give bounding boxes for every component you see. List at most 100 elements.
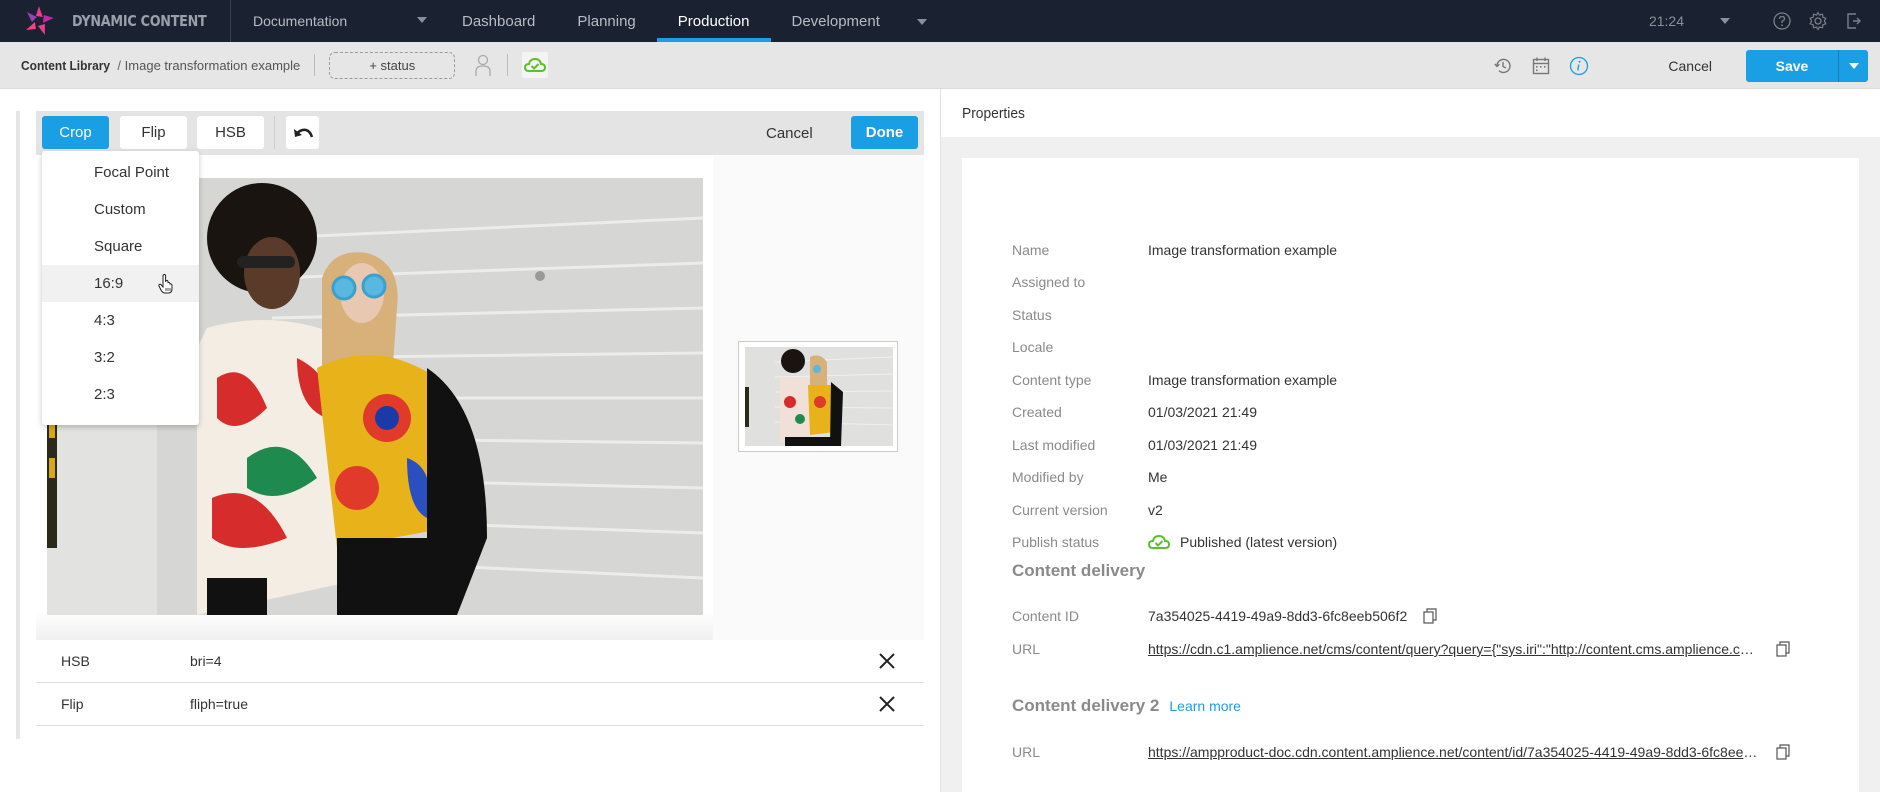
properties-header: Properties: [941, 89, 1880, 137]
thumbnail-image: [745, 347, 893, 446]
image-editor-panel: Crop Flip HSB Cancel Done Focal Point Cu…: [0, 89, 940, 792]
transformation-value: bri=4: [190, 653, 222, 669]
clock: 21:24: [1648, 13, 1684, 29]
help-icon[interactable]: [1772, 11, 1792, 31]
gear-icon[interactable]: [1808, 11, 1828, 31]
property-value: https://cdn.c1.amplience.net/cms/content…: [1148, 641, 1790, 657]
copy-icon[interactable]: [1423, 608, 1437, 624]
history-icon[interactable]: [1492, 55, 1514, 77]
chevron-down-icon: [417, 17, 427, 23]
breadcrumb-current: Image transformation example: [124, 57, 301, 73]
tab-label: Development: [791, 12, 880, 30]
tab-dashboard[interactable]: Dashboard: [441, 0, 556, 42]
properties-title: Properties: [962, 104, 1025, 122]
transformation-name: HSB: [61, 653, 90, 669]
property-label: Publish status: [1012, 534, 1100, 550]
tab-development[interactable]: Development: [771, 0, 901, 42]
property-locale: Locale: [1012, 337, 1148, 357]
property-label: Last modified: [1012, 437, 1096, 453]
crop-option-2-3[interactable]: 2:3: [42, 376, 199, 413]
editor-cancel-button[interactable]: Cancel: [766, 111, 813, 155]
property-label: Content type: [1012, 372, 1092, 388]
delivery-url-link[interactable]: https://cdn.c1.amplience.net/cms/content…: [1148, 641, 1758, 657]
section-title: Content delivery 2: [1012, 696, 1160, 715]
transform-toolbar: Crop Flip HSB Cancel Done: [36, 111, 924, 155]
property-modified-by: Modified by Me: [1012, 467, 1167, 487]
more-tabs-dropdown[interactable]: [916, 19, 927, 25]
property-value: Image transformation example: [1148, 372, 1338, 388]
copy-icon[interactable]: [1776, 744, 1790, 760]
editor-rail: [16, 111, 20, 739]
cloud-check-icon: [1148, 534, 1170, 549]
add-status-button[interactable]: + status: [329, 51, 456, 79]
transformation-row: Flip fliph=true: [36, 683, 924, 726]
property-publish-status: Publish status Published (latest version…: [1012, 532, 1337, 552]
close-icon[interactable]: [878, 652, 896, 670]
menu-item-label: 2:3: [94, 386, 115, 403]
cloud-check-icon: [524, 57, 547, 72]
hsb-button[interactable]: HSB: [197, 116, 264, 149]
tab-label: Dashboard: [462, 12, 536, 30]
properties-scrollbar[interactable]: [1862, 137, 1880, 792]
property-last-modified: Last modified 01/03/2021 21:49: [1012, 435, 1257, 455]
cancel-button[interactable]: Cancel: [1668, 58, 1712, 74]
property-label: Created: [1012, 404, 1062, 420]
hub-selector[interactable]: Documentation: [231, 0, 427, 42]
publish-status-badge[interactable]: [522, 52, 549, 78]
image-thumbnail[interactable]: [738, 341, 898, 452]
property-value: https://ampproduct-doc.cdn.content.ampli…: [1148, 744, 1790, 760]
breadcrumb-content-library[interactable]: Content Library: [21, 58, 110, 73]
undo-button[interactable]: [286, 116, 319, 149]
save-options-dropdown[interactable]: [1838, 49, 1868, 82]
crop-button[interactable]: Crop: [42, 116, 109, 149]
divider: [507, 54, 509, 76]
properties-card: Name Image transformation example Assign…: [962, 158, 1859, 798]
crop-option-focal-point[interactable]: Focal Point: [42, 154, 199, 191]
canvas-footer: [36, 612, 713, 640]
info-icon[interactable]: [1568, 55, 1590, 77]
divider: [314, 54, 316, 76]
menu-item-label: Focal Point: [94, 164, 170, 181]
save-button[interactable]: Save: [1746, 50, 1838, 82]
clock-dropdown[interactable]: [1720, 18, 1730, 24]
main-tabs: Dashboard Planning Production Developmen…: [441, 0, 901, 42]
property-content-type: Content type Image transformation exampl…: [1012, 370, 1337, 390]
app-name: DYNAMIC CONTENT: [71, 12, 207, 30]
property-url: URL https://cdn.c1.amplience.net/cms/con…: [1012, 639, 1790, 659]
flip-button[interactable]: Flip: [120, 116, 187, 149]
done-button[interactable]: Done: [851, 116, 918, 149]
learn-more-link[interactable]: Learn more: [1169, 698, 1241, 714]
chevron-down-icon: [1848, 62, 1859, 69]
logout-icon[interactable]: [1844, 11, 1864, 31]
publish-status-text: Published (latest version): [1180, 534, 1338, 550]
property-content-id: Content ID 7a354025-4419-49a9-8dd3-6fc8e…: [1012, 606, 1437, 626]
content-toolbar: Content Library / Image transformation e…: [0, 42, 1880, 89]
menu-item-label: 16:9: [94, 275, 124, 292]
copy-icon[interactable]: [1776, 641, 1790, 657]
breadcrumb-separator: /: [117, 57, 122, 73]
property-url-2: URL https://ampproduct-doc.cdn.content.a…: [1012, 742, 1790, 762]
crop-option-4-3[interactable]: 4:3: [42, 302, 199, 339]
calendar-icon[interactable]: [1530, 55, 1552, 77]
delivery-2-url-link[interactable]: https://ampproduct-doc.cdn.content.ampli…: [1148, 744, 1758, 760]
property-label: Status: [1012, 307, 1052, 323]
content-delivery-heading: Content delivery: [1012, 561, 1145, 581]
crop-option-16-9[interactable]: 16:9: [42, 265, 199, 302]
tab-planning[interactable]: Planning: [556, 0, 656, 42]
property-label: Content ID: [1012, 608, 1079, 624]
crop-option-3-2[interactable]: 3:2: [42, 339, 199, 376]
property-value: v2: [1148, 502, 1163, 518]
crop-option-square[interactable]: Square: [42, 228, 199, 265]
property-created: Created 01/03/2021 21:49: [1012, 402, 1257, 422]
assign-user-icon[interactable]: [473, 53, 493, 77]
hub-name: Documentation: [253, 13, 348, 29]
crop-option-custom[interactable]: Custom: [42, 191, 199, 228]
tab-production[interactable]: Production: [656, 0, 771, 42]
app-logo[interactable]: DYNAMIC CONTENT: [0, 0, 231, 42]
crop-options-menu: Focal Point Custom Square 16:9 4:3 3:2 2…: [42, 151, 199, 425]
transformation-value: fliph=true: [190, 696, 248, 712]
close-icon[interactable]: [878, 695, 896, 713]
property-value: Published (latest version): [1148, 534, 1337, 550]
property-label: URL: [1012, 641, 1041, 657]
menu-item-label: Custom: [94, 201, 146, 218]
